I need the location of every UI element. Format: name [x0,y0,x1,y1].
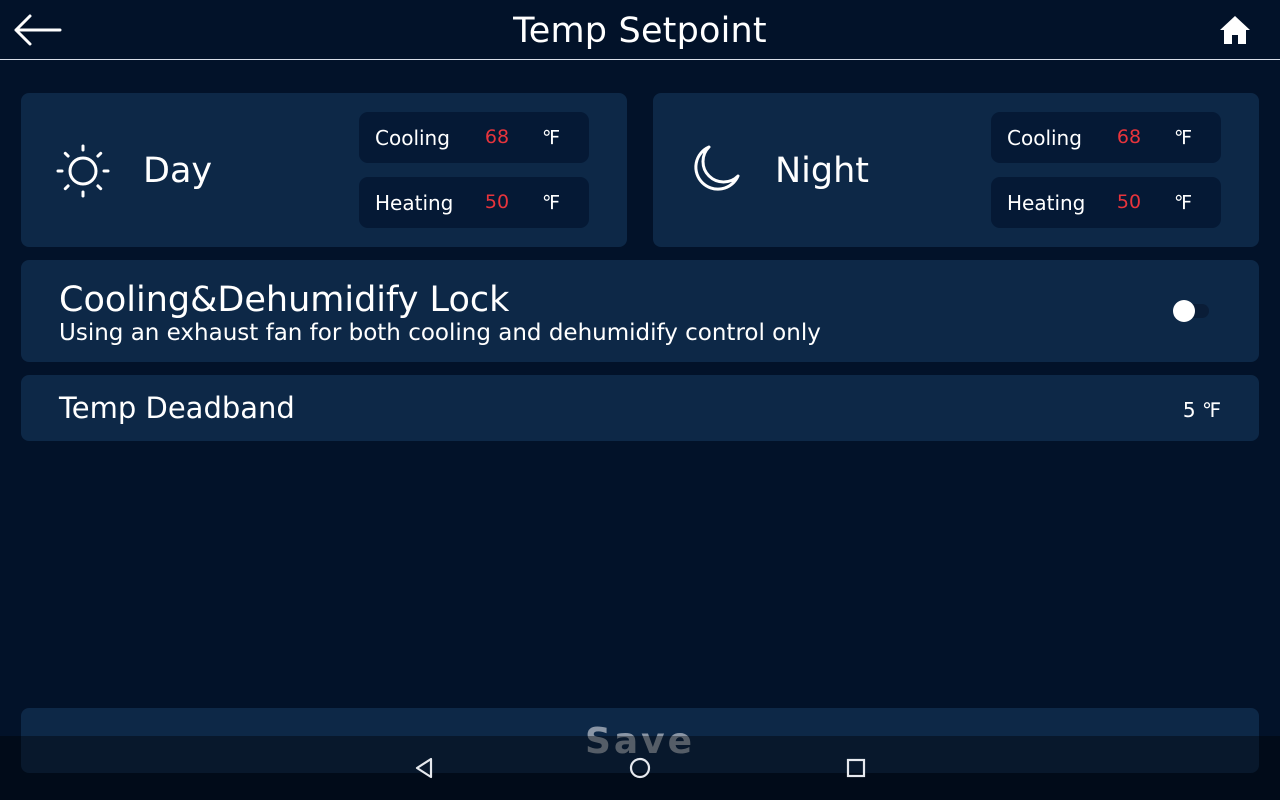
temp-deadband-row[interactable]: Temp Deadband 5 ℉ [21,375,1259,441]
day-cooling-label: Cooling [375,126,450,150]
temp-setpoint-screen: Temp Setpoint Day Cooling 68 ℉ Heating 5… [0,0,1280,800]
day-cooling-setpoint[interactable]: Cooling 68 ℉ [359,112,589,163]
page-title: Temp Setpoint [513,11,767,51]
night-cooling-value[interactable]: 68 [1101,124,1157,150]
day-label: Day [143,151,213,191]
day-heating-unit: ℉ [542,192,561,214]
night-setpoint-card: Night Cooling 68 ℉ Heating 50 ℉ [653,93,1259,247]
nav-back-button[interactable] [407,752,441,784]
toggle-thumb [1173,300,1195,322]
day-heating-label: Heating [375,191,454,215]
night-cooling-unit: ℉ [1174,127,1193,149]
deadband-value: 5 ℉ [1182,398,1221,422]
cooling-dehumidify-lock-card: Cooling&Dehumidify Lock Using an exhaust… [21,260,1259,362]
night-cooling-setpoint[interactable]: Cooling 68 ℉ [991,112,1221,163]
day-setpoint-card: Day Cooling 68 ℉ Heating 50 ℉ [21,93,627,247]
night-heating-label: Heating [1007,191,1086,215]
day-cooling-value[interactable]: 68 [469,124,525,150]
night-heating-value[interactable]: 50 [1101,189,1157,215]
nav-home-icon [629,757,651,779]
nav-recents-icon [846,758,866,778]
home-icon [1220,16,1250,44]
deadband-title: Temp Deadband [59,391,295,425]
nav-home-button[interactable] [623,752,657,784]
lock-description: Using an exhaust fan for both cooling an… [59,320,821,346]
night-heating-setpoint[interactable]: Heating 50 ℉ [991,177,1221,228]
day-heating-value[interactable]: 50 [469,189,525,215]
day-heating-setpoint[interactable]: Heating 50 ℉ [359,177,589,228]
moon-icon [694,145,740,191]
lock-title: Cooling&Dehumidify Lock [59,280,510,320]
night-cooling-label: Cooling [1007,126,1082,150]
lock-toggle-switch[interactable] [1171,298,1211,324]
header-bar: Temp Setpoint [0,0,1280,60]
nav-recents-button[interactable] [839,752,873,784]
night-heating-unit: ℉ [1174,192,1193,214]
day-cooling-unit: ℉ [542,127,561,149]
nav-back-icon [415,757,433,779]
sun-icon [56,144,110,198]
home-button[interactable] [1216,12,1254,48]
night-label: Night [775,151,870,191]
system-navigation-bar [0,736,1280,800]
